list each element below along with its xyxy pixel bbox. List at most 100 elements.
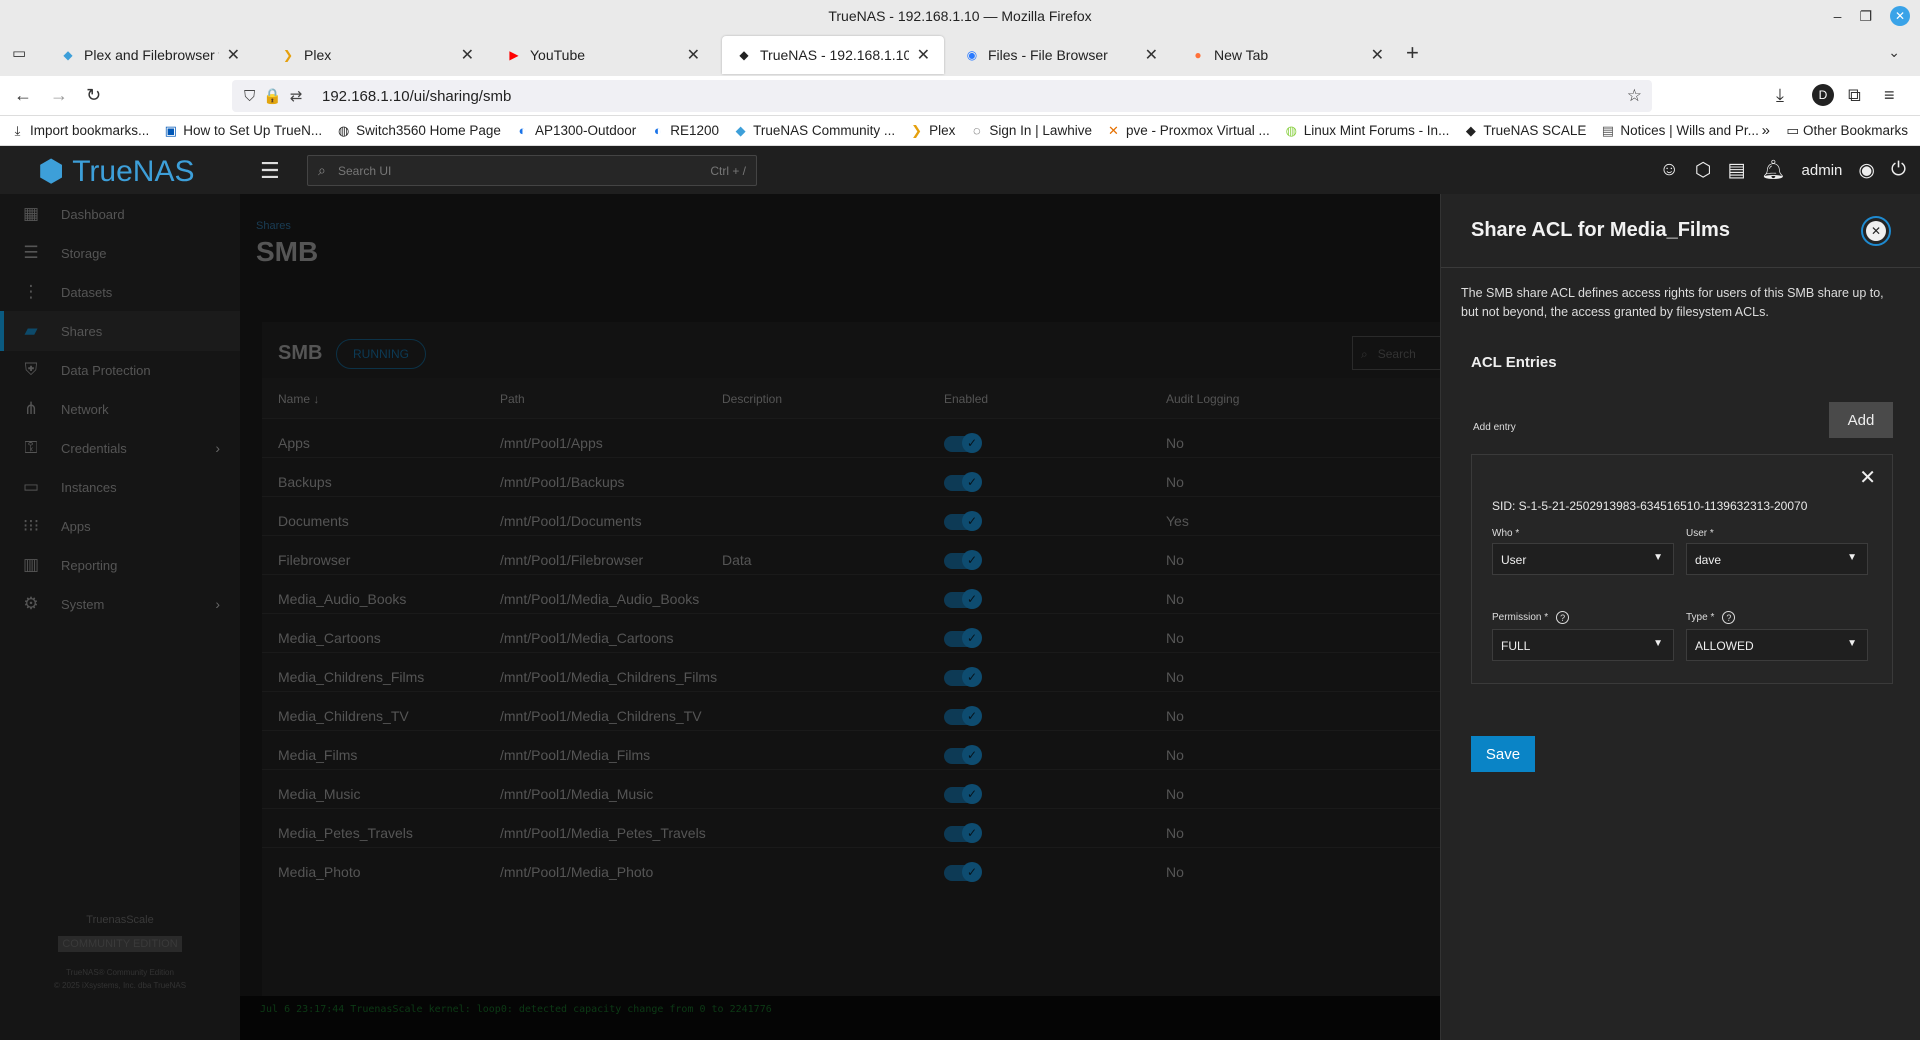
sidebar-item-credentials[interactable]: ⚿ Credentials ›	[0, 428, 240, 468]
sidebar-item-data-protection[interactable]: ⛨ Data Protection	[0, 350, 240, 390]
enabled-toggle[interactable]	[944, 472, 982, 492]
profile-avatar-icon[interactable]: D	[1812, 84, 1834, 106]
account-circle-icon[interactable]: ◉	[1858, 159, 1875, 182]
help-icon[interactable]: ?	[1556, 611, 1570, 624]
sidebar-item-instances[interactable]: ▭ Instances	[0, 467, 240, 507]
tab-close-icon[interactable]: ✕	[917, 45, 930, 65]
url-text[interactable]: 192.168.1.10/ui/sharing/smb	[322, 88, 511, 105]
bookmark-item[interactable]: ▤ Notices | Wills and Pr...	[1600, 122, 1759, 139]
forward-icon[interactable]: →	[50, 85, 68, 106]
enabled-toggle[interactable]	[944, 589, 982, 609]
tab-close-icon[interactable]: ✕	[1371, 45, 1384, 65]
sidebar-item-system[interactable]: ⚙ System ›	[0, 584, 240, 624]
extensions-icon[interactable]: ⧉	[1848, 85, 1861, 106]
user-select[interactable]: dave ▼	[1686, 543, 1868, 575]
enabled-toggle[interactable]	[944, 628, 982, 648]
status-badge[interactable]: RUNNING	[336, 339, 426, 369]
truenas-logo[interactable]: ⬢ TrueNAS	[38, 154, 194, 189]
browser-tab[interactable]: ◉ Files - File Browser ✕	[950, 36, 1172, 74]
window-close-icon[interactable]: ✕	[1890, 6, 1910, 26]
browser-tab-active[interactable]: ◆ TrueNAS - 192.168.1.10 ✕	[722, 36, 944, 74]
bookmark-item[interactable]: ◍ Switch3560 Home Page	[336, 123, 501, 139]
browser-tab[interactable]: ▶ YouTube ✕	[492, 36, 714, 74]
shield-icon: ⛨	[24, 360, 38, 379]
remove-entry-icon[interactable]: ✕	[1859, 465, 1876, 490]
enabled-toggle[interactable]	[944, 862, 982, 882]
sidebar-item-network[interactable]: ⋔ Network	[0, 389, 240, 429]
restore-icon[interactable]: ❐	[1859, 8, 1872, 25]
bookmark-item[interactable]: ◐ RE1200	[650, 123, 719, 138]
column-header-enabled[interactable]: Enabled	[944, 392, 988, 406]
who-select[interactable]: User ▼	[1492, 543, 1674, 575]
tab-strip: ▭ ◆ Plex and Filebrowser wont c ✕ ❯ Plex…	[0, 32, 1920, 76]
reload-icon[interactable]: ↻	[86, 85, 101, 106]
back-icon[interactable]: ←	[14, 85, 32, 106]
sidebar-item-apps[interactable]: ⁝⁝⁝ Apps	[0, 506, 240, 546]
sidebar-item-dashboard[interactable]: ▦ Dashboard	[0, 194, 240, 234]
bookmark-item[interactable]: ◆ TrueNAS Community ...	[733, 123, 896, 139]
enabled-toggle[interactable]	[944, 823, 982, 843]
enabled-toggle[interactable]	[944, 433, 982, 453]
type-label-text: Type *	[1686, 612, 1715, 623]
permission-select[interactable]: FULL ▼	[1492, 629, 1674, 661]
menu-icon[interactable]: ≡	[1884, 85, 1895, 106]
new-tab-icon[interactable]: +	[1406, 40, 1419, 66]
feedback-icon[interactable]: ☺	[1659, 159, 1678, 181]
other-bookmarks[interactable]: ▭ Other Bookmarks	[1786, 123, 1908, 139]
more-bookmarks-icon[interactable]: »	[1762, 122, 1770, 139]
user-name[interactable]: admin	[1802, 162, 1843, 179]
bookmark-item[interactable]: ◆ TrueNAS SCALE	[1463, 123, 1587, 139]
browser-tab[interactable]: ● New Tab ✕	[1176, 36, 1398, 74]
site-info-icon[interactable]: ⛉🔒⇄	[244, 87, 311, 105]
notifications-bell-icon[interactable]: 🔔︎	[1761, 158, 1785, 182]
url-bar[interactable]: ⛉🔒⇄ 192.168.1.10/ui/sharing/smb ☆	[232, 80, 1652, 112]
sidebar-item-shares[interactable]: ▰ Shares	[0, 311, 240, 351]
sidebar-item-datasets[interactable]: ⋮ Datasets	[0, 272, 240, 312]
panel-close-button[interactable]: ✕	[1861, 216, 1891, 246]
column-header-name[interactable]: Name ↓	[278, 392, 319, 406]
enabled-toggle[interactable]	[944, 745, 982, 765]
sidebar-item-storage[interactable]: ☰ Storage	[0, 233, 240, 273]
site-icon: ▤	[1601, 122, 1615, 138]
add-entry-button[interactable]: Add	[1829, 402, 1893, 438]
tab-close-icon[interactable]: ✕	[687, 45, 700, 65]
bookmark-item[interactable]: ✕ pve - Proxmox Virtual ...	[1106, 123, 1270, 139]
column-header-path[interactable]: Path	[500, 392, 525, 406]
column-header-audit[interactable]: Audit Logging	[1166, 392, 1239, 406]
hamburger-menu-icon[interactable]: ☰	[260, 158, 280, 184]
bookmark-item[interactable]: ◐ AP1300-Outdoor	[515, 123, 637, 138]
chevron-down-icon[interactable]: ⌄	[1888, 44, 1900, 61]
downloads-icon[interactable]: ⤓	[1776, 85, 1784, 106]
tab-close-icon[interactable]: ✕	[1145, 45, 1158, 65]
search-ui-input[interactable]: ⌕ Search UI Ctrl + /	[307, 155, 757, 186]
bookmark-item[interactable]: ❯ Plex	[909, 123, 955, 139]
browser-tab[interactable]: ❯ Plex ✕	[266, 36, 488, 74]
enabled-toggle[interactable]	[944, 784, 982, 804]
browser-tab[interactable]: ◆ Plex and Filebrowser wont c ✕	[46, 36, 254, 74]
bookmark-item[interactable]: ◌ Sign In | Lawhive	[969, 123, 1092, 138]
tab-close-icon[interactable]: ✕	[227, 45, 240, 65]
column-header-description[interactable]: Description	[722, 392, 782, 406]
type-select[interactable]: ALLOWED ▼	[1686, 629, 1868, 661]
tab-close-icon[interactable]: ✕	[461, 45, 474, 65]
bookmark-item[interactable]: ▣ How to Set Up TrueN...	[163, 123, 322, 139]
truenas-app: ⬢ TrueNAS ☰ ⌕ Search UI Ctrl + / ☺ ⬡ ▤ 🔔…	[0, 146, 1920, 1040]
truecommand-icon[interactable]: ⬡	[1695, 159, 1712, 182]
enabled-toggle[interactable]	[944, 550, 982, 570]
enabled-toggle[interactable]	[944, 667, 982, 687]
breadcrumb[interactable]: Shares	[256, 220, 291, 232]
jobs-clipboard-icon[interactable]: ▤	[1727, 159, 1745, 182]
sidebar-item-reporting[interactable]: ▥ Reporting	[0, 545, 240, 585]
tab-list-icon[interactable]: ▭	[12, 44, 26, 62]
table-row[interactable]: Media_Photo/mnt/Pool1/Media_Photo No	[262, 847, 1440, 895]
enabled-toggle[interactable]	[944, 511, 982, 531]
bookmark-item[interactable]: ◍ Linux Mint Forums - In...	[1284, 123, 1450, 139]
minimize-icon[interactable]: –	[1834, 8, 1842, 24]
bookmark-item[interactable]: ⤓ Import bookmarks...	[10, 123, 150, 139]
help-icon[interactable]: ?	[1722, 611, 1736, 624]
enabled-toggle[interactable]	[944, 706, 982, 726]
power-icon[interactable]: ⏻	[1891, 159, 1906, 181]
save-button[interactable]: Save	[1471, 736, 1535, 772]
table-search-input[interactable]: ⌕ Search	[1352, 336, 1452, 370]
bookmark-star-icon[interactable]: ☆	[1627, 86, 1642, 106]
